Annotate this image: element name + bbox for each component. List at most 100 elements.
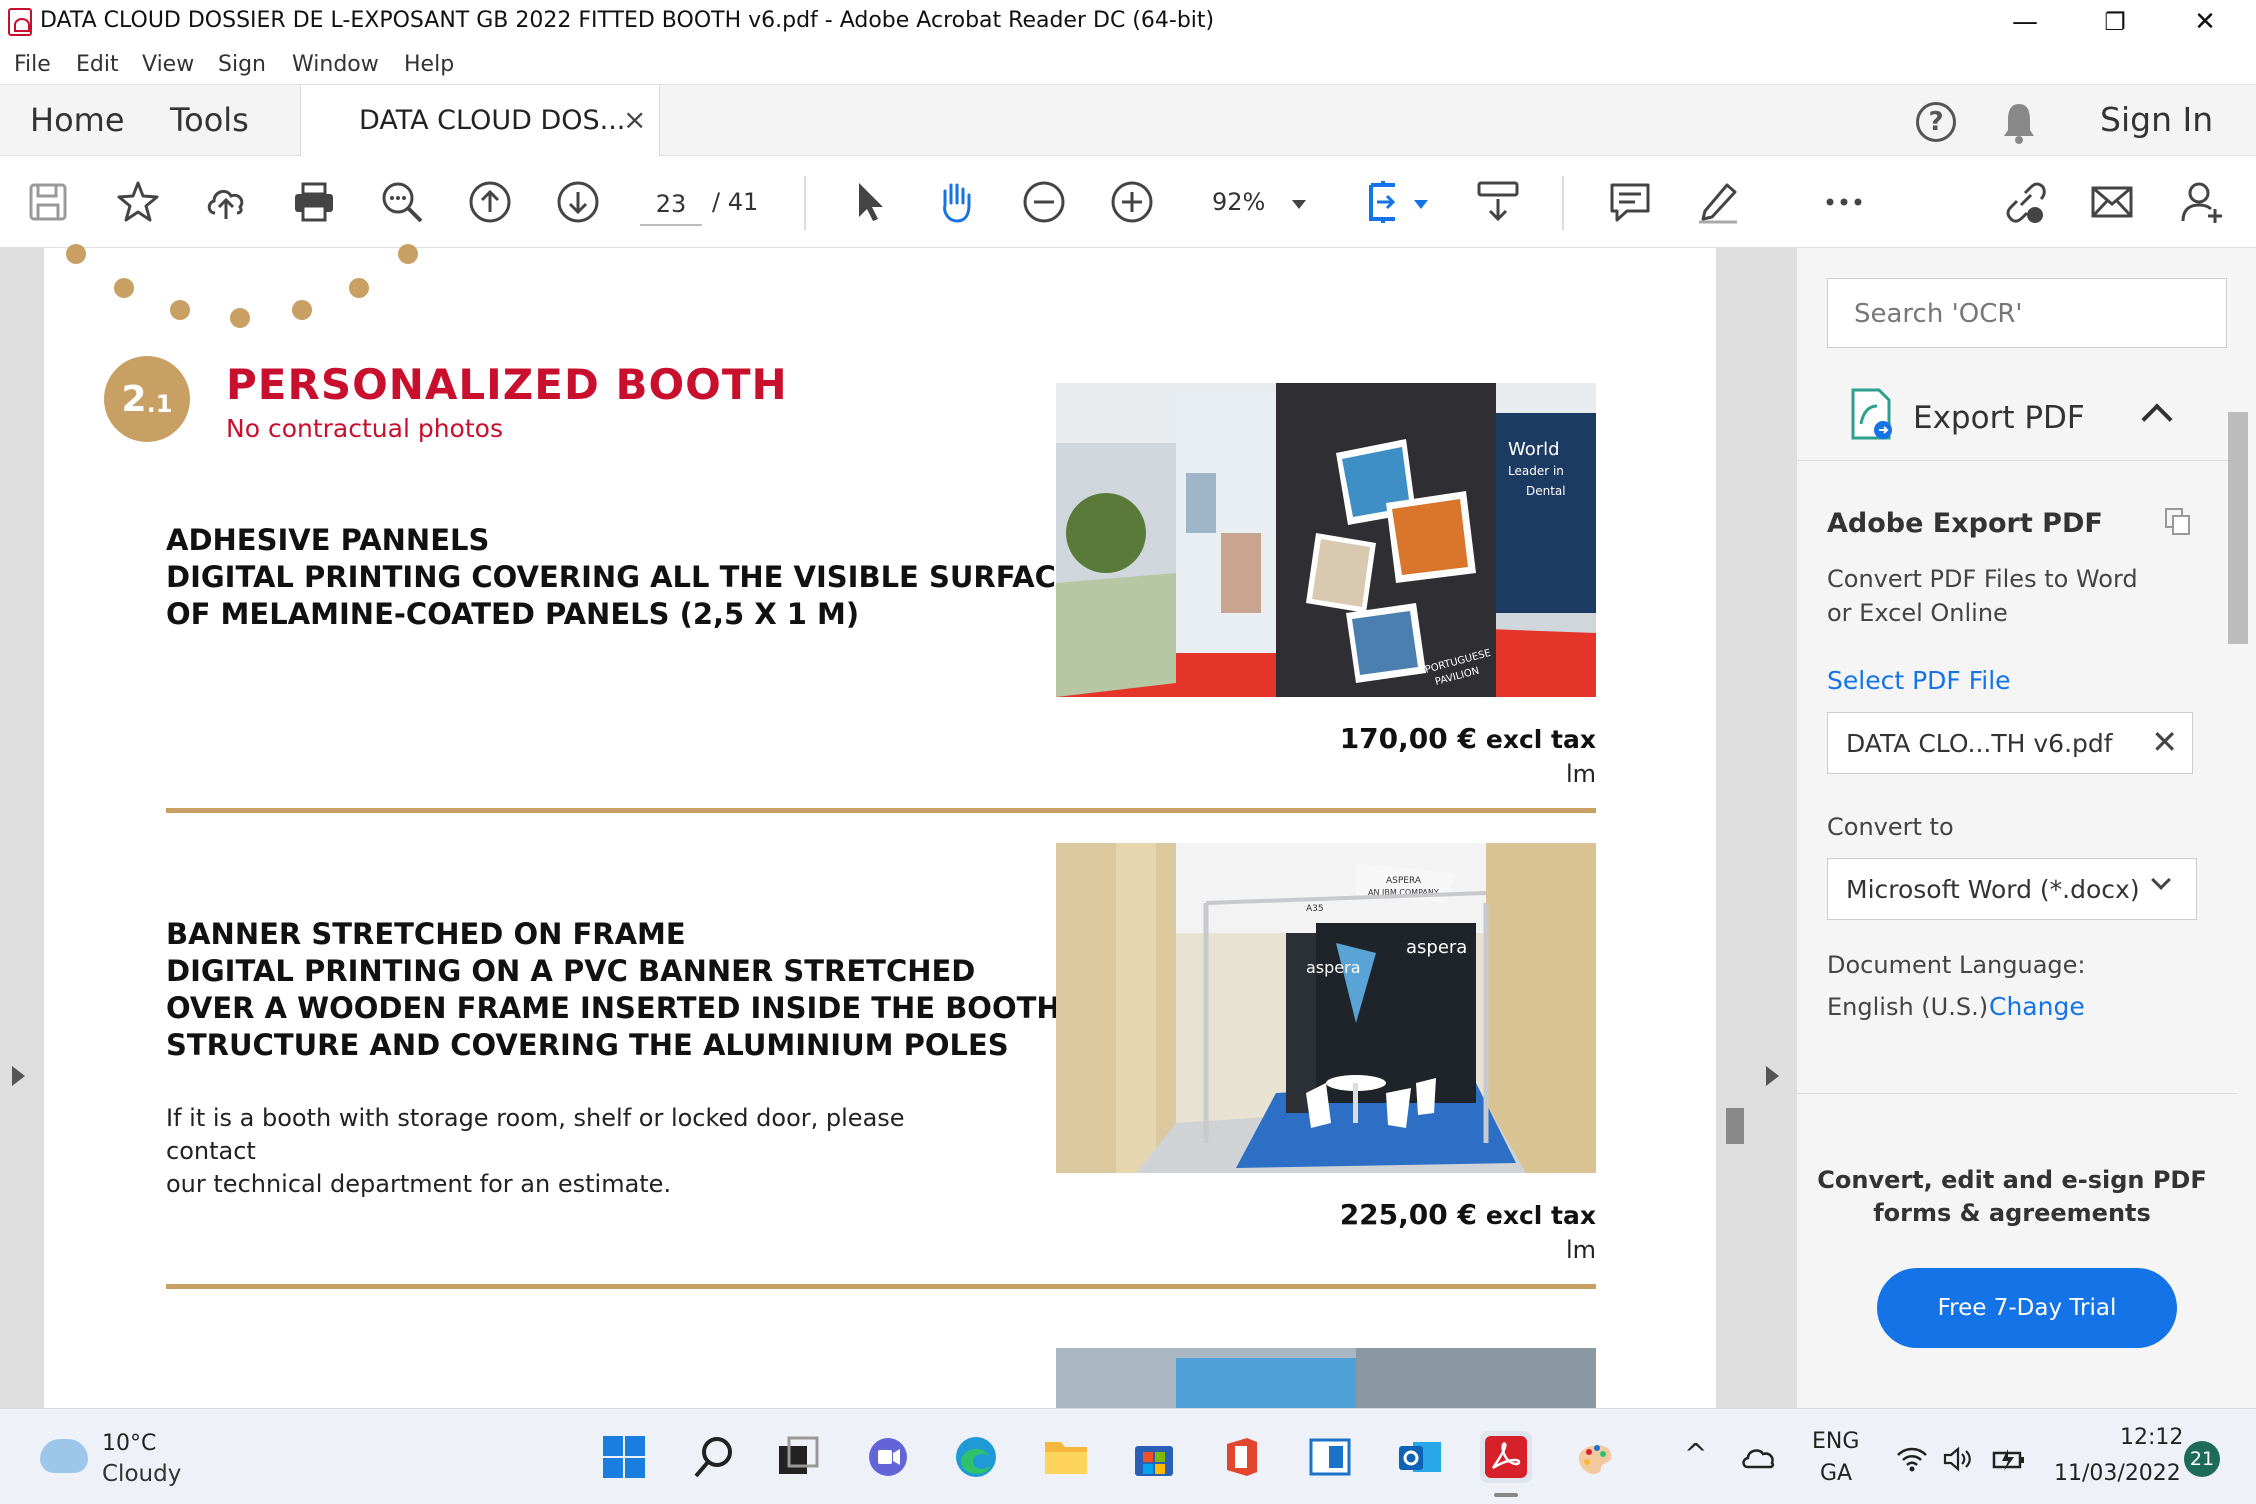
document-scrollbar[interactable] (1726, 1108, 1744, 1144)
right-tools-pane: Search 'OCR' Export PDF Adobe Export PDF… (1796, 248, 2256, 1408)
pane-divider (1797, 460, 2237, 461)
item2-note: If it is a booth with storage room, shel… (166, 1104, 905, 1198)
battery-charging-icon[interactable] (1990, 1445, 2026, 1473)
fit-dropdown-icon[interactable] (1414, 200, 1428, 209)
start-windows-icon[interactable] (598, 1431, 650, 1483)
maximize-button[interactable]: ❐ (2070, 0, 2160, 44)
photo1-banner-text: Dental (1526, 484, 1566, 498)
convert-format-select[interactable]: Microsoft Word (*.docx) (1827, 858, 2197, 920)
paint-app-icon[interactable] (1568, 1431, 1620, 1483)
right-panel-toggle-icon[interactable] (1766, 1066, 1779, 1086)
photo2-sign-text: A35 (1306, 904, 1324, 914)
print-icon[interactable] (290, 178, 338, 226)
menu-file[interactable]: File (14, 52, 51, 77)
hand-pan-icon[interactable] (932, 178, 980, 226)
wifi-icon[interactable] (1896, 1445, 1928, 1473)
free-trial-button[interactable]: Free 7-Day Trial (1877, 1268, 2177, 1348)
zoom-level[interactable]: 92% (1212, 188, 1265, 216)
zoom-search-icon[interactable] (378, 178, 426, 226)
menu-help[interactable]: Help (404, 52, 454, 77)
teams-chat-icon[interactable] (862, 1431, 914, 1483)
decorative-dot (292, 300, 312, 320)
scroll-mode-icon[interactable] (1474, 178, 1522, 226)
highlight-pen-icon[interactable] (1694, 178, 1742, 226)
file-explorer-icon[interactable] (1040, 1431, 1092, 1483)
selected-file-field[interactable]: DATA CLO...TH v6.pdf ✕ (1827, 712, 2193, 774)
tab-document[interactable]: DATA CLOUD DOS... × (300, 85, 660, 157)
edge-browser-icon[interactable] (950, 1431, 1002, 1483)
onedrive-cloud-icon[interactable] (1740, 1445, 1776, 1471)
taskbar: 10°C Cloudy ^ ENG GA 12:12 11/03/2022 21 (0, 1408, 2256, 1504)
menu-view[interactable]: View (142, 52, 194, 77)
clock-time[interactable]: 12:12 (2120, 1425, 2183, 1450)
fit-page-icon[interactable] (1364, 178, 1412, 226)
language-indicator[interactable]: ENG (1812, 1429, 1859, 1454)
office-icon[interactable] (1216, 1431, 1268, 1483)
left-panel-toggle-icon[interactable] (12, 1066, 25, 1086)
cloud-weather-icon[interactable] (40, 1439, 88, 1473)
add-user-icon[interactable] (2178, 178, 2226, 226)
item2-price: 225,00 € excl tax (1339, 1198, 1596, 1231)
save-icon[interactable] (24, 178, 72, 226)
section-title: PERSONALIZED BOOTH (226, 360, 788, 409)
news-app-icon[interactable] (1304, 1431, 1356, 1483)
page-number-input[interactable]: 23 (640, 186, 702, 226)
weather-condition[interactable]: Cloudy (102, 1461, 181, 1487)
help-icon[interactable]: ? (1916, 102, 1956, 142)
section-subtitle: No contractual photos (226, 414, 503, 443)
export-pdf-label[interactable]: Export PDF (1913, 400, 2085, 436)
microsoft-store-icon[interactable] (1128, 1431, 1180, 1483)
comment-icon[interactable] (1606, 178, 1654, 226)
weather-temperature[interactable]: 10°C (102, 1431, 156, 1456)
document-language-value: English (U.S.) (1827, 993, 1989, 1021)
more-tools-icon[interactable] (1820, 178, 1868, 226)
decorative-dot (398, 244, 418, 264)
zoom-in-icon[interactable] (1108, 178, 1156, 226)
notification-count-badge[interactable]: 21 (2184, 1441, 2220, 1477)
page-total: / 41 (712, 188, 759, 216)
item1-price: 170,00 € excl tax (1339, 722, 1596, 755)
section-number-badge: 2.1 (104, 356, 190, 442)
cloud-upload-icon[interactable] (202, 178, 250, 226)
decorative-dot (170, 300, 190, 320)
copy-icon[interactable] (2163, 506, 2193, 536)
tab-home[interactable]: Home (30, 101, 125, 139)
booth-photo-adhesive-panels: World Leader in Dental PORTUGUESE PAVILI… (1056, 383, 1596, 697)
select-pointer-icon[interactable] (846, 178, 894, 226)
keyboard-layout-indicator[interactable]: GA (1820, 1461, 1852, 1486)
tab-document-label: DATA CLOUD DOS... (359, 105, 626, 136)
export-pdf-icon (1851, 388, 1892, 440)
menu-window[interactable]: Window (292, 52, 379, 77)
menu-edit[interactable]: Edit (76, 52, 119, 77)
search-tools-input[interactable]: Search 'OCR' (1827, 278, 2227, 348)
change-language-link[interactable]: Change (1989, 992, 2085, 1021)
menu-sign[interactable]: Sign (218, 52, 266, 77)
next-page-icon[interactable] (554, 178, 602, 226)
adobe-export-title: Adobe Export PDF (1827, 508, 2103, 539)
decorative-dot (230, 308, 250, 328)
zoom-dropdown-icon[interactable] (1292, 200, 1306, 209)
clock-date[interactable]: 11/03/2022 (2054, 1461, 2181, 1486)
chevron-up-tray-icon[interactable]: ^ (1684, 1437, 1707, 1470)
sign-in-button[interactable]: Sign In (2100, 100, 2213, 139)
zoom-out-icon[interactable] (1020, 178, 1068, 226)
clear-file-icon[interactable]: ✕ (2151, 723, 2178, 761)
close-window-button[interactable]: ✕ (2160, 0, 2250, 44)
adobe-export-description: Convert PDF Files to Word or Excel Onlin… (1827, 565, 2138, 627)
booth-photo-banner-frame: aspera aspera ASPERA AN IBM COMPANY A35 (1056, 843, 1596, 1173)
search-icon[interactable] (688, 1431, 740, 1483)
notification-bell-icon[interactable] (2002, 100, 2036, 144)
email-icon[interactable] (2088, 178, 2136, 226)
bookmark-star-icon[interactable] (114, 178, 162, 226)
tab-tools[interactable]: Tools (170, 101, 249, 139)
volume-icon[interactable] (1942, 1445, 1974, 1473)
acrobat-taskbar-icon[interactable] (1480, 1431, 1532, 1497)
select-pdf-file-link[interactable]: Select PDF File (1827, 666, 2011, 695)
pane-scrollbar[interactable] (2228, 412, 2248, 644)
share-link-icon[interactable] (2000, 178, 2048, 226)
minimize-button[interactable]: — (1980, 0, 2070, 44)
task-view-icon[interactable] (772, 1431, 824, 1483)
tab-close-icon[interactable]: × (623, 103, 646, 136)
outlook-icon[interactable] (1394, 1431, 1446, 1483)
previous-page-icon[interactable] (466, 178, 514, 226)
